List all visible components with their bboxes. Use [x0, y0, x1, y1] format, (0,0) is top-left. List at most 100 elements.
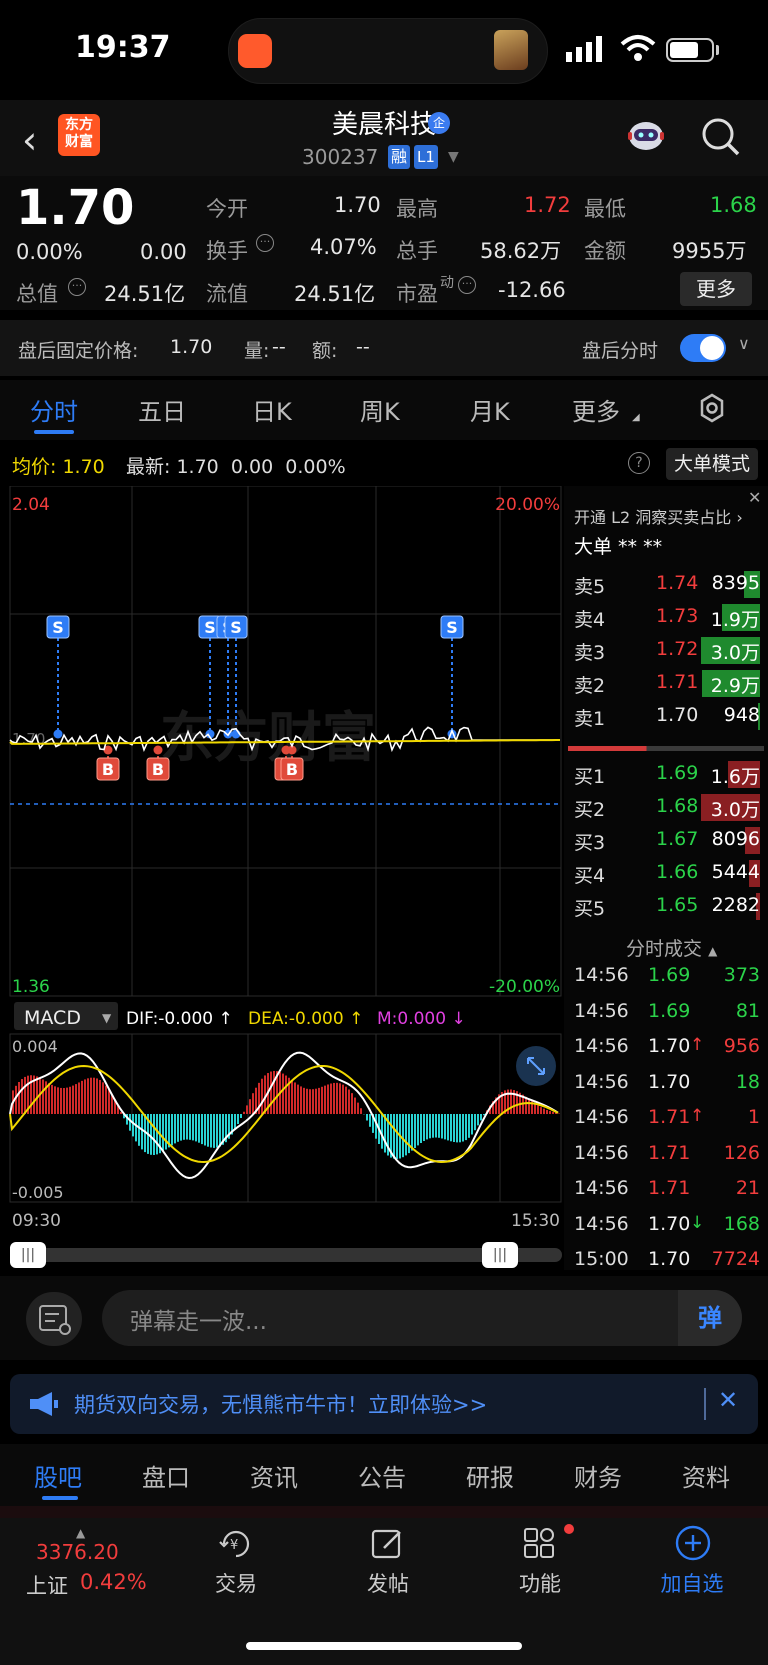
ask-row[interactable]: 卖3 1.72 3.0万 — [564, 634, 768, 667]
tick-time: 14:56 — [574, 1070, 629, 1093]
functions-grid-icon[interactable] — [522, 1526, 558, 1562]
scrubber-right-handle[interactable]: ||| — [482, 1242, 518, 1268]
post-edit-icon[interactable] — [370, 1526, 406, 1562]
pe-label: 市盈 — [396, 282, 438, 306]
tick-row[interactable]: 14:56 1.70 ↓ 168 — [564, 1209, 768, 1243]
macd-bar — [24, 1076, 26, 1115]
promo-separator — [704, 1388, 706, 1420]
change-percent: 0.00% — [16, 240, 83, 264]
ask-row[interactable]: 卖2 1.71 2.9万 — [564, 667, 768, 700]
tick-time: 14:56 — [574, 1106, 629, 1128]
fixed-amt-value: -- — [356, 336, 370, 358]
nav-post[interactable]: 发帖 — [328, 1568, 448, 1598]
macd-bar — [351, 1093, 353, 1115]
tab-announcements[interactable]: 公告 — [358, 1458, 406, 1493]
tab-five-day[interactable]: 五日 — [138, 392, 186, 427]
macd-bar — [444, 1114, 446, 1140]
svg-text:¥: ¥ — [230, 1538, 238, 1553]
tick-row[interactable]: 14:56 1.69 373 — [564, 960, 768, 994]
promo-text[interactable]: 期货双向交易，无惧熊市牛市！立即体验>> — [74, 1389, 487, 1419]
macd-bar — [105, 1085, 107, 1114]
tick-row[interactable]: 14:56 1.71 21 — [564, 1173, 768, 1207]
watermark: 东方财富 — [160, 706, 376, 769]
macd-bar — [249, 1099, 251, 1114]
macd-bar — [552, 1111, 554, 1114]
ask-row[interactable]: 卖5 1.74 8395 — [564, 568, 768, 601]
caret-down-icon[interactable]: ▼ — [448, 149, 459, 165]
help-icon[interactable]: ? — [628, 452, 650, 474]
tab-weekly-k[interactable]: 周K — [360, 392, 400, 427]
nav-add-watchlist[interactable]: 加自选 — [632, 1568, 752, 1598]
macd-bar — [108, 1089, 110, 1115]
tick-row[interactable]: 14:56 1.71 126 — [564, 1138, 768, 1172]
ask-volume: 2.9万 — [710, 675, 760, 697]
l2-upgrade-link[interactable]: 开通 L2 洞察买卖占比 › — [574, 504, 743, 528]
avg-price-value: 1.70 — [62, 456, 105, 478]
more-info-icon[interactable]: ··· — [68, 278, 86, 296]
bid-volume: 1.6万 — [710, 766, 760, 788]
tick-price: 1.71 — [648, 1177, 691, 1199]
macd-bar — [243, 1111, 245, 1115]
index-change[interactable]: 0.42% — [80, 1570, 147, 1594]
bid-row[interactable]: 买1 1.69 1.6万 — [564, 758, 768, 791]
bid-row[interactable]: 买3 1.67 8096 — [564, 824, 768, 857]
promo-close-icon[interactable]: ✕ — [718, 1386, 738, 1414]
ask-row[interactable]: 卖4 1.73 1.9万 — [564, 601, 768, 634]
tab-profile[interactable]: 资料 — [682, 1458, 730, 1493]
more-button[interactable]: 更多 — [680, 272, 752, 306]
margin-badge: 融 — [388, 145, 410, 169]
danmaku-send-button[interactable]: 弹 — [678, 1290, 742, 1346]
tick-row[interactable]: 15:00 1.70 7724 — [564, 1244, 768, 1278]
tab-news[interactable]: 资讯 — [250, 1458, 298, 1493]
content-preview-strip — [0, 1506, 768, 1518]
tab-finance[interactable]: 财务 — [574, 1458, 622, 1493]
tab-monthly-k[interactable]: 月K — [470, 392, 510, 427]
tick-time: 14:56 — [574, 964, 629, 986]
more-info-icon[interactable]: ··· — [458, 276, 476, 294]
ask-row[interactable]: 卖1 1.70 948 — [564, 700, 768, 733]
big-order-mode-button[interactable]: 大单模式 — [666, 448, 758, 480]
tab-more[interactable]: 更多 — [572, 392, 620, 427]
tab-intraday[interactable]: 分时 — [30, 392, 78, 427]
trade-yen-icon[interactable]: ¥ — [216, 1526, 256, 1562]
sell-marker-label: S — [446, 618, 458, 637]
time-range-scrubber[interactable] — [10, 1248, 562, 1262]
macd-bar — [162, 1114, 164, 1152]
gear-icon[interactable] — [696, 392, 728, 424]
tab-pankou[interactable]: 盘口 — [142, 1458, 190, 1493]
robot-assistant-icon[interactable] — [624, 114, 668, 158]
macd-bar — [438, 1114, 440, 1138]
scrubber-left-handle[interactable]: ||| — [10, 1242, 46, 1268]
bid-row[interactable]: 买4 1.66 5444 — [564, 857, 768, 890]
add-watchlist-icon[interactable] — [674, 1524, 712, 1562]
y-axis-bottom-label: 1.36 — [12, 977, 50, 997]
more-info-icon[interactable]: ··· — [256, 234, 274, 252]
tab-research[interactable]: 研报 — [466, 1458, 514, 1493]
macd-bar — [327, 1084, 329, 1114]
tick-row[interactable]: 14:56 1.70 18 — [564, 1067, 768, 1101]
level-badge[interactable]: L1 — [414, 145, 438, 169]
bid-row[interactable]: 买5 1.65 2282 — [564, 890, 768, 923]
tick-row[interactable]: 14:56 1.71 ↑ 1 — [564, 1102, 768, 1136]
tick-row[interactable]: 14:56 1.70 ↑ 956 — [564, 1031, 768, 1065]
index-value[interactable]: 3376.20 — [36, 1540, 119, 1564]
tick-row[interactable]: 14:56 1.69 81 — [564, 996, 768, 1030]
macd-bar — [525, 1096, 527, 1115]
buy-marker-label: B — [152, 760, 164, 779]
nav-functions[interactable]: 功能 — [480, 1568, 600, 1598]
tick-price: 1.71 — [648, 1141, 691, 1164]
danmaku-settings-button[interactable] — [26, 1292, 82, 1346]
index-name[interactable]: 上证 — [26, 1570, 68, 1600]
tick-price: 1.70 — [648, 1212, 691, 1235]
search-icon[interactable] — [700, 116, 740, 156]
high-value: 1.72 — [524, 193, 571, 217]
close-icon[interactable]: ✕ — [748, 488, 761, 507]
tab-guba[interactable]: 股吧 — [34, 1458, 82, 1493]
chevron-down-icon[interactable]: ∨ — [738, 334, 750, 353]
ticks-title[interactable]: 分时成交 ▲ — [626, 934, 717, 961]
nav-trade[interactable]: 交易 — [176, 1568, 296, 1598]
bid-row[interactable]: 买2 1.68 3.0万 — [564, 791, 768, 824]
intraday-chart[interactable]: 东方财富 1.70 SSSSSBBBB 2.04 1.36 20.00% -20… — [0, 486, 564, 1238]
tick-arrow-icon: ↑ — [690, 1035, 705, 1055]
tab-daily-k[interactable]: 日K — [252, 392, 292, 427]
